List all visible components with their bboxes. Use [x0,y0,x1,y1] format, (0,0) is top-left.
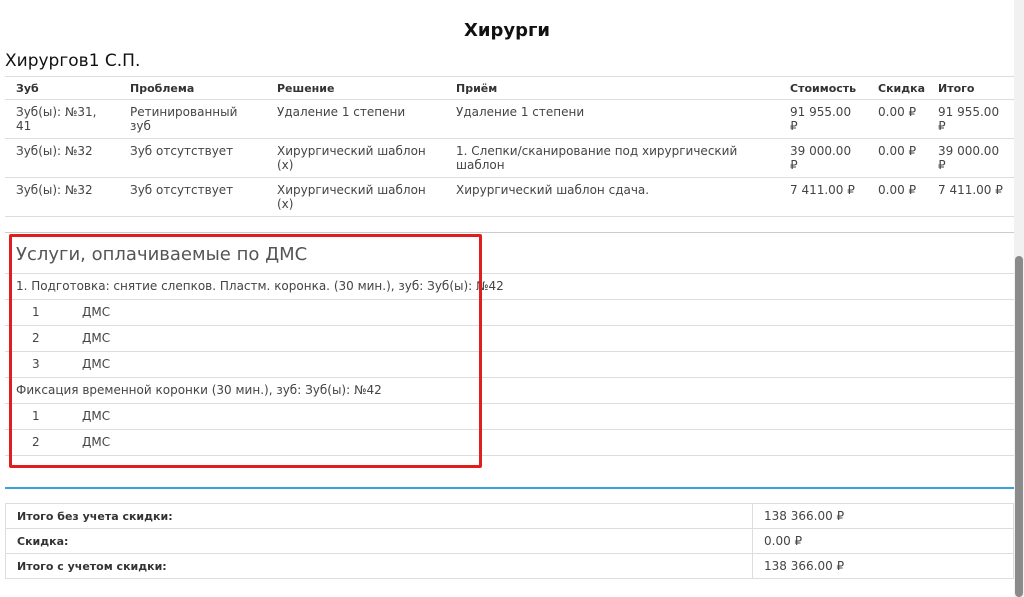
cell-appointment: Удаление 1 степени [445,99,779,139]
cell-problem: Зуб отсутствует [119,138,266,178]
highlight-box [9,234,482,468]
totals-row: Скидка: 0.00 ₽ [5,528,1014,554]
total-value: 138 366.00 ₽ [752,503,1014,529]
doctor-name: Хирургов1 С.П. [5,51,141,71]
discount-value: 0.00 ₽ [752,528,1014,554]
col-header-problem: Проблема [119,76,266,100]
total-label: Итого без учета скидки: [5,503,753,529]
scrollbar-thumb[interactable] [1015,256,1023,597]
vertical-scrollbar[interactable] [1014,0,1024,597]
cell-tooth: Зуб(ы): №32 [5,177,119,217]
total-with-discount-label: Итого с учетом скидки: [5,553,753,579]
totals-divider [5,487,1014,489]
cell-appointment: Хирургический шаблон сдача. [445,177,779,217]
table-row: Зуб(ы): №32 Зуб отсутствует Хирургически… [5,177,1014,217]
col-header-discount: Скидка [867,76,927,100]
report-page: Хирурги Хирургов1 С.П. Зуб Проблема Реше… [0,0,1014,597]
cell-cost: 91 955.00 ₽ [779,99,867,139]
cell-total: 39 000.00 ₽ [927,138,1014,178]
cell-solution: Удаление 1 степени [266,99,445,139]
cell-discount: 0.00 ₽ [867,99,927,139]
cell-solution: Хирургический шаблон (х) [266,138,445,178]
cell-cost: 39 000.00 ₽ [779,138,867,178]
cell-solution: Хирургический шаблон (х) [266,177,445,217]
cell-tooth: Зуб(ы): №32 [5,138,119,178]
cell-problem: Зуб отсутствует [119,177,266,217]
cell-appointment: 1. Слепки/сканирование под хирургический… [445,138,779,178]
section-divider [5,232,1014,233]
cell-discount: 0.00 ₽ [867,138,927,178]
total-with-discount-value: 138 366.00 ₽ [752,553,1014,579]
procedures-table: Зуб Проблема Решение Приём Стоимость Ски… [5,76,1014,217]
col-header-appointment: Приём [445,76,779,100]
discount-label: Скидка: [5,528,753,554]
cell-cost: 7 411.00 ₽ [779,177,867,217]
col-header-total: Итого [927,76,1014,100]
totals-table: Итого без учета скидки: 138 366.00 ₽ Ски… [5,503,1014,579]
table-row: Зуб(ы): №31, 41 Ретинированный зуб Удале… [5,99,1014,139]
cell-discount: 0.00 ₽ [867,177,927,217]
col-header-solution: Решение [266,76,445,100]
col-header-cost: Стоимость [779,76,867,100]
cell-tooth: Зуб(ы): №31, 41 [5,99,119,139]
totals-row: Итого без учета скидки: 138 366.00 ₽ [5,503,1014,529]
cell-problem: Ретинированный зуб [119,99,266,139]
totals-row: Итого с учетом скидки: 138 366.00 ₽ [5,553,1014,579]
table-header-row: Зуб Проблема Решение Приём Стоимость Ски… [5,76,1014,100]
table-row: Зуб(ы): №32 Зуб отсутствует Хирургически… [5,138,1014,178]
page-title: Хирурги [463,20,550,41]
cell-total: 91 955.00 ₽ [927,99,1014,139]
cell-total: 7 411.00 ₽ [927,177,1014,217]
col-header-tooth: Зуб [5,76,119,100]
